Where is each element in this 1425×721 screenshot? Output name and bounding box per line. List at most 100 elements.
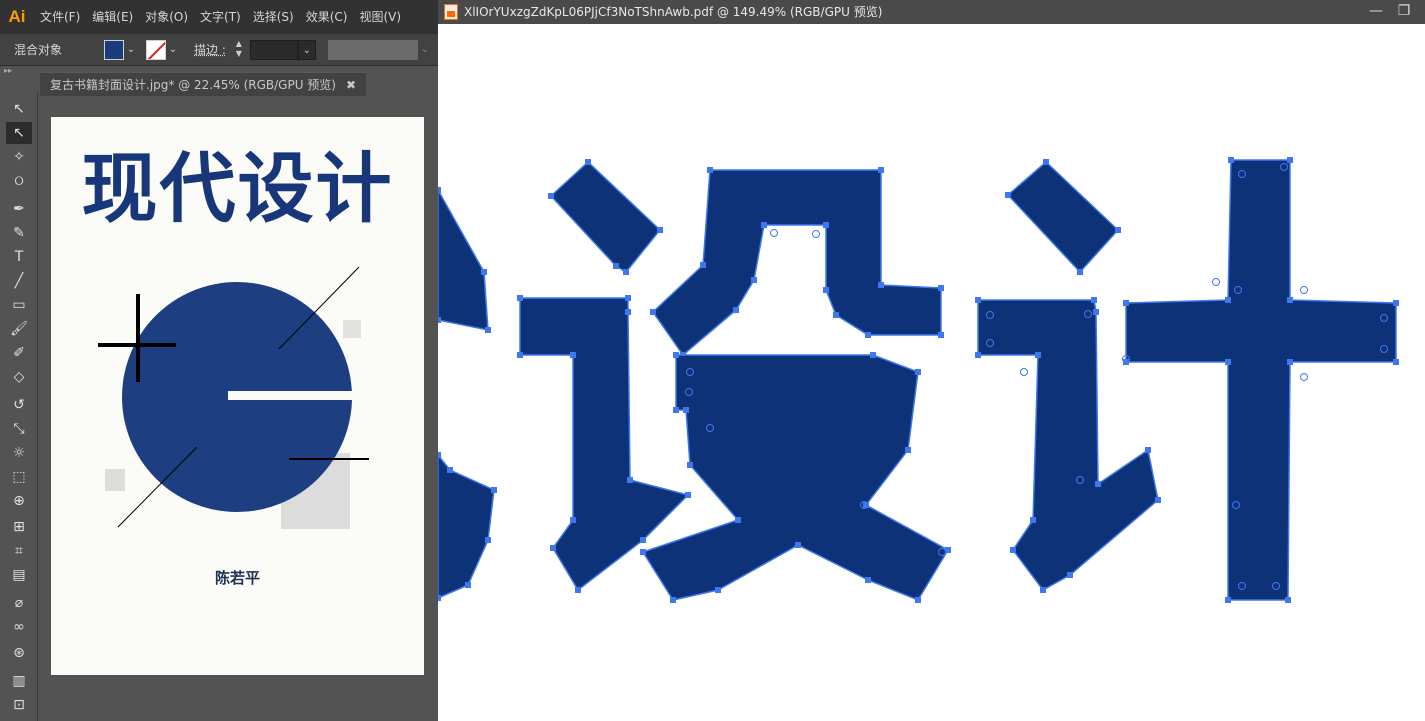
anchor-point[interactable] xyxy=(1095,481,1101,487)
anchor-point[interactable] xyxy=(938,285,944,291)
mesh-tool-icon[interactable]: ⌗ xyxy=(6,540,32,562)
anchor-point[interactable] xyxy=(570,352,576,358)
column-graph-tool-icon[interactable]: ▥ xyxy=(6,670,32,692)
anchor-point[interactable] xyxy=(833,312,839,318)
anchor-point[interactable] xyxy=(673,407,679,413)
document-tab[interactable]: 复古书籍封面设计.jpg* @ 22.45% (RGB/GPU 预览) ✖ xyxy=(40,72,366,96)
anchor-point[interactable] xyxy=(878,167,884,173)
stroke-weight-label[interactable]: 描边 : xyxy=(194,41,226,58)
she-top-structure[interactable] xyxy=(652,169,942,357)
anchor-point[interactable] xyxy=(1393,300,1399,306)
anchor-point[interactable] xyxy=(1228,157,1234,163)
handle-point[interactable] xyxy=(1212,278,1220,286)
ji-dot-stroke[interactable] xyxy=(1006,160,1120,274)
anchor-point[interactable] xyxy=(485,537,491,543)
shaper-tool-icon[interactable]: ✐ xyxy=(6,342,32,364)
free-transform-tool-icon[interactable]: ⬚ xyxy=(6,466,32,488)
handle-point[interactable] xyxy=(812,230,820,238)
stroke-stepper-icon[interactable]: ▲ ▼ xyxy=(232,39,246,61)
anchor-point[interactable] xyxy=(517,295,523,301)
handle-point[interactable] xyxy=(1300,286,1308,294)
anchor-point[interactable] xyxy=(623,269,629,275)
stroke-swatch[interactable] xyxy=(146,39,166,60)
anchor-point[interactable] xyxy=(1285,597,1291,603)
handle-point[interactable] xyxy=(770,229,778,237)
anchor-point[interactable] xyxy=(548,193,554,199)
anchor-point[interactable] xyxy=(915,597,921,603)
handle-point[interactable] xyxy=(1300,373,1308,381)
anchor-point[interactable] xyxy=(823,222,829,228)
anchor-point[interactable] xyxy=(1225,297,1231,303)
anchor-point[interactable] xyxy=(1115,227,1121,233)
pen-tool-icon[interactable]: ✒ xyxy=(6,198,32,220)
variable-width-dropdown[interactable] xyxy=(327,39,418,60)
anchor-point[interactable] xyxy=(1030,517,1036,523)
anchor-point[interactable] xyxy=(625,295,631,301)
partial-left-stroke-bottom[interactable] xyxy=(438,453,495,599)
anchor-point[interactable] xyxy=(863,502,869,508)
artboard-tool-icon[interactable]: ⊡ xyxy=(6,694,32,716)
anchor-point[interactable] xyxy=(1077,269,1083,275)
anchor-point[interactable] xyxy=(613,263,619,269)
anchor-point[interactable] xyxy=(575,587,581,593)
rectangle-tool-icon[interactable]: ▭ xyxy=(6,294,32,316)
anchor-point[interactable] xyxy=(517,352,523,358)
anchor-point[interactable] xyxy=(438,595,441,601)
anchor-point[interactable] xyxy=(865,332,871,338)
anchor-point[interactable] xyxy=(795,542,801,548)
curvature-tool-icon[interactable]: ✎ xyxy=(6,222,32,244)
anchor-point[interactable] xyxy=(491,487,497,493)
lasso-tool-icon[interactable]: ଠ xyxy=(6,170,32,192)
anchor-point[interactable] xyxy=(1005,192,1011,198)
anchor-point[interactable] xyxy=(1225,597,1231,603)
anchor-point[interactable] xyxy=(915,369,921,375)
warp-tool-icon[interactable]: ☼ xyxy=(6,442,32,464)
magic-wand-tool-icon[interactable]: ✧ xyxy=(6,146,32,168)
anchor-point[interactable] xyxy=(481,269,487,275)
shape-builder-tool-icon[interactable]: ⊕ xyxy=(6,490,32,512)
menu-select[interactable]: 选择(S) xyxy=(247,0,300,34)
anchor-point[interactable] xyxy=(1035,352,1041,358)
she-dot-stroke[interactable] xyxy=(549,160,662,273)
anchor-point[interactable] xyxy=(1067,572,1073,578)
anchor-point[interactable] xyxy=(823,287,829,293)
anchor-point[interactable] xyxy=(975,297,981,303)
anchor-point[interactable] xyxy=(1040,587,1046,593)
restore-icon[interactable]: ❐ xyxy=(1391,0,1417,24)
menu-effect[interactable]: 效果(C) xyxy=(300,0,354,34)
anchor-point[interactable] xyxy=(687,462,693,468)
variable-width-dropdown-icon[interactable]: ⌄ xyxy=(418,44,432,55)
menu-file[interactable]: 文件(F) xyxy=(34,0,86,34)
direct-selection-tool-icon[interactable]: ↖ xyxy=(6,122,32,144)
fill-swatch[interactable] xyxy=(104,39,124,60)
anchor-point[interactable] xyxy=(640,549,646,555)
anchor-point[interactable] xyxy=(570,517,576,523)
anchor-point[interactable] xyxy=(878,282,884,288)
anchor-point[interactable] xyxy=(447,467,453,473)
anchor-point[interactable] xyxy=(865,577,871,583)
partial-left-stroke-top[interactable] xyxy=(438,188,489,331)
anchor-point[interactable] xyxy=(625,309,631,315)
anchor-point[interactable] xyxy=(465,582,471,588)
close-tab-icon[interactable]: ✖ xyxy=(346,73,356,97)
anchor-point[interactable] xyxy=(650,309,656,315)
perspective-grid-tool-icon[interactable]: ⊞ xyxy=(6,516,32,538)
menu-view[interactable]: 视图(V) xyxy=(353,0,407,34)
anchor-point[interactable] xyxy=(975,352,981,358)
paintbrush-tool-icon[interactable]: 🖌 xyxy=(6,318,32,340)
anchor-point[interactable] xyxy=(1043,159,1049,165)
anchor-point[interactable] xyxy=(673,352,679,358)
anchor-point[interactable] xyxy=(657,227,663,233)
anchor-point[interactable] xyxy=(751,277,757,283)
line-tool-icon[interactable]: ╱ xyxy=(6,270,32,292)
anchor-point[interactable] xyxy=(550,545,556,551)
selection-tool-icon[interactable]: ↖ xyxy=(6,98,32,120)
anchor-point[interactable] xyxy=(735,517,741,523)
ji-cross[interactable] xyxy=(1125,159,1397,601)
anchor-point[interactable] xyxy=(1010,547,1016,553)
she-bottom-cross[interactable] xyxy=(641,354,950,601)
anchor-point[interactable] xyxy=(670,597,676,603)
anchor-point[interactable] xyxy=(1225,359,1231,365)
anchor-point[interactable] xyxy=(1145,447,1151,453)
vector-canvas[interactable] xyxy=(438,24,1425,721)
